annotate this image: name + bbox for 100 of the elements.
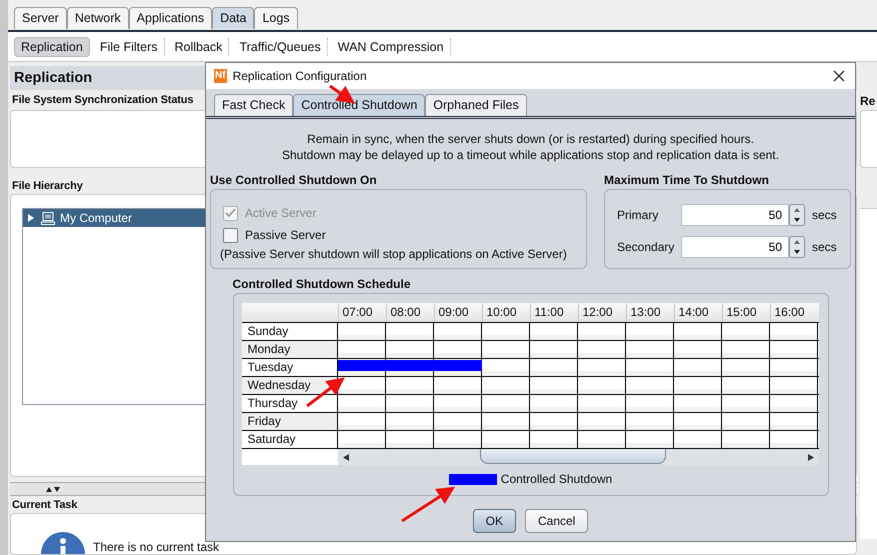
schedule-cell[interactable] xyxy=(578,395,626,412)
schedule-cell[interactable] xyxy=(338,359,386,376)
schedule-cell[interactable] xyxy=(338,431,386,448)
schedule-cell[interactable] xyxy=(578,341,626,358)
schedule-cell[interactable] xyxy=(578,431,626,448)
spinner-buttons[interactable] xyxy=(789,236,805,258)
schedule-cell[interactable] xyxy=(482,377,530,394)
column-header: 09:00 xyxy=(434,303,482,322)
schedule-cell[interactable] xyxy=(722,323,770,340)
number-field[interactable]: 50 xyxy=(681,204,789,226)
splitter-arrows-icon[interactable] xyxy=(46,486,60,492)
schedule-cell[interactable] xyxy=(674,431,722,448)
schedule-cell[interactable] xyxy=(338,395,386,412)
schedule-cell[interactable] xyxy=(674,377,722,394)
schedule-cell[interactable] xyxy=(434,395,482,412)
schedule-cell[interactable] xyxy=(722,341,770,358)
subtab[interactable]: File Filters xyxy=(94,38,164,56)
close-icon[interactable] xyxy=(833,70,845,82)
schedule-cell[interactable] xyxy=(626,341,674,358)
schedule-cell[interactable] xyxy=(338,323,386,340)
schedule-cell[interactable] xyxy=(770,413,818,430)
schedule-cell[interactable] xyxy=(386,377,434,394)
subtab[interactable]: Rollback xyxy=(168,38,230,56)
schedule-cell[interactable] xyxy=(770,359,818,376)
schedule-cell[interactable] xyxy=(674,359,722,376)
tree-item[interactable]: My Computer xyxy=(23,209,206,227)
schedule-cell[interactable] xyxy=(434,431,482,448)
schedule-cell[interactable] xyxy=(530,395,578,412)
scroll-left-icon[interactable] xyxy=(342,454,348,460)
dialog-button[interactable]: Cancel xyxy=(524,509,588,533)
schedule-cell[interactable] xyxy=(386,413,434,430)
section-title: File System Synchronization Status xyxy=(11,93,194,108)
schedule-cell[interactable] xyxy=(434,341,482,358)
tab[interactable]: Controlled Shutdown xyxy=(293,94,426,116)
schedule-cell[interactable] xyxy=(578,323,626,340)
tab[interactable]: Applications xyxy=(128,7,212,29)
schedule-cell[interactable] xyxy=(770,431,818,448)
tab[interactable]: Data xyxy=(212,7,254,29)
schedule-cell[interactable] xyxy=(722,359,770,376)
schedule-cell[interactable] xyxy=(482,359,530,376)
schedule-cell[interactable] xyxy=(722,413,770,430)
schedule-cell[interactable] xyxy=(722,395,770,412)
checkbox[interactable] xyxy=(223,228,238,242)
row-header: Monday xyxy=(242,341,338,358)
schedule-cell[interactable] xyxy=(386,431,434,448)
schedule-cell[interactable] xyxy=(434,413,482,430)
schedule-cell[interactable] xyxy=(626,431,674,448)
schedule-cell[interactable] xyxy=(530,341,578,358)
subtab[interactable]: Replication xyxy=(14,36,90,56)
schedule-cell[interactable] xyxy=(626,413,674,430)
schedule-cell[interactable] xyxy=(530,413,578,430)
schedule-cell[interactable] xyxy=(482,323,530,340)
number-field[interactable]: 50 xyxy=(681,236,789,258)
schedule-cell[interactable] xyxy=(482,431,530,448)
schedule-cell[interactable] xyxy=(770,323,818,340)
schedule-cell[interactable] xyxy=(770,377,818,394)
schedule-cell[interactable] xyxy=(722,377,770,394)
schedule-cell[interactable] xyxy=(674,323,722,340)
tab[interactable]: Logs xyxy=(254,7,298,29)
schedule-cell[interactable] xyxy=(530,431,578,448)
schedule-cell[interactable] xyxy=(386,395,434,412)
schedule-cell[interactable] xyxy=(482,395,530,412)
schedule-cell[interactable] xyxy=(626,359,674,376)
spinner-buttons[interactable] xyxy=(789,204,805,226)
schedule-cell[interactable] xyxy=(530,323,578,340)
schedule-cell[interactable] xyxy=(434,323,482,340)
schedule-cell[interactable] xyxy=(482,341,530,358)
schedule-cell[interactable] xyxy=(434,359,482,376)
tab[interactable]: Network xyxy=(66,7,129,29)
horizontal-scrollbar[interactable] xyxy=(338,449,818,465)
schedule-cell[interactable] xyxy=(674,395,722,412)
schedule-cell[interactable] xyxy=(578,359,626,376)
schedule-cell[interactable] xyxy=(482,413,530,430)
schedule-cell[interactable] xyxy=(626,395,674,412)
subtab[interactable]: Traffic/Queues xyxy=(233,38,328,56)
schedule-cell[interactable] xyxy=(722,431,770,448)
schedule-cell[interactable] xyxy=(626,323,674,340)
schedule-cell[interactable] xyxy=(338,413,386,430)
schedule-cell[interactable] xyxy=(770,395,818,412)
schedule-cell[interactable] xyxy=(674,413,722,430)
tab[interactable]: Fast Check xyxy=(214,94,294,116)
schedule-cell[interactable] xyxy=(530,377,578,394)
expand-triangle-icon[interactable] xyxy=(27,214,35,222)
schedule-cell[interactable] xyxy=(578,413,626,430)
dialog-button[interactable]: OK xyxy=(472,509,516,533)
schedule-cell[interactable] xyxy=(338,377,386,394)
schedule-cell[interactable] xyxy=(770,341,818,358)
schedule-cell[interactable] xyxy=(434,377,482,394)
scroll-right-icon[interactable] xyxy=(808,454,814,460)
schedule-cell[interactable] xyxy=(578,377,626,394)
computer-icon xyxy=(41,212,55,224)
subtab[interactable]: WAN Compression xyxy=(332,38,451,56)
schedule-cell[interactable] xyxy=(338,341,386,358)
tab[interactable]: Server xyxy=(14,7,67,29)
schedule-cell[interactable] xyxy=(626,377,674,394)
schedule-cell[interactable] xyxy=(674,341,722,358)
schedule-cell[interactable] xyxy=(530,359,578,376)
tab[interactable]: Orphaned Files xyxy=(425,94,527,116)
schedule-cell[interactable] xyxy=(386,341,434,358)
schedule-cell[interactable] xyxy=(386,323,434,340)
